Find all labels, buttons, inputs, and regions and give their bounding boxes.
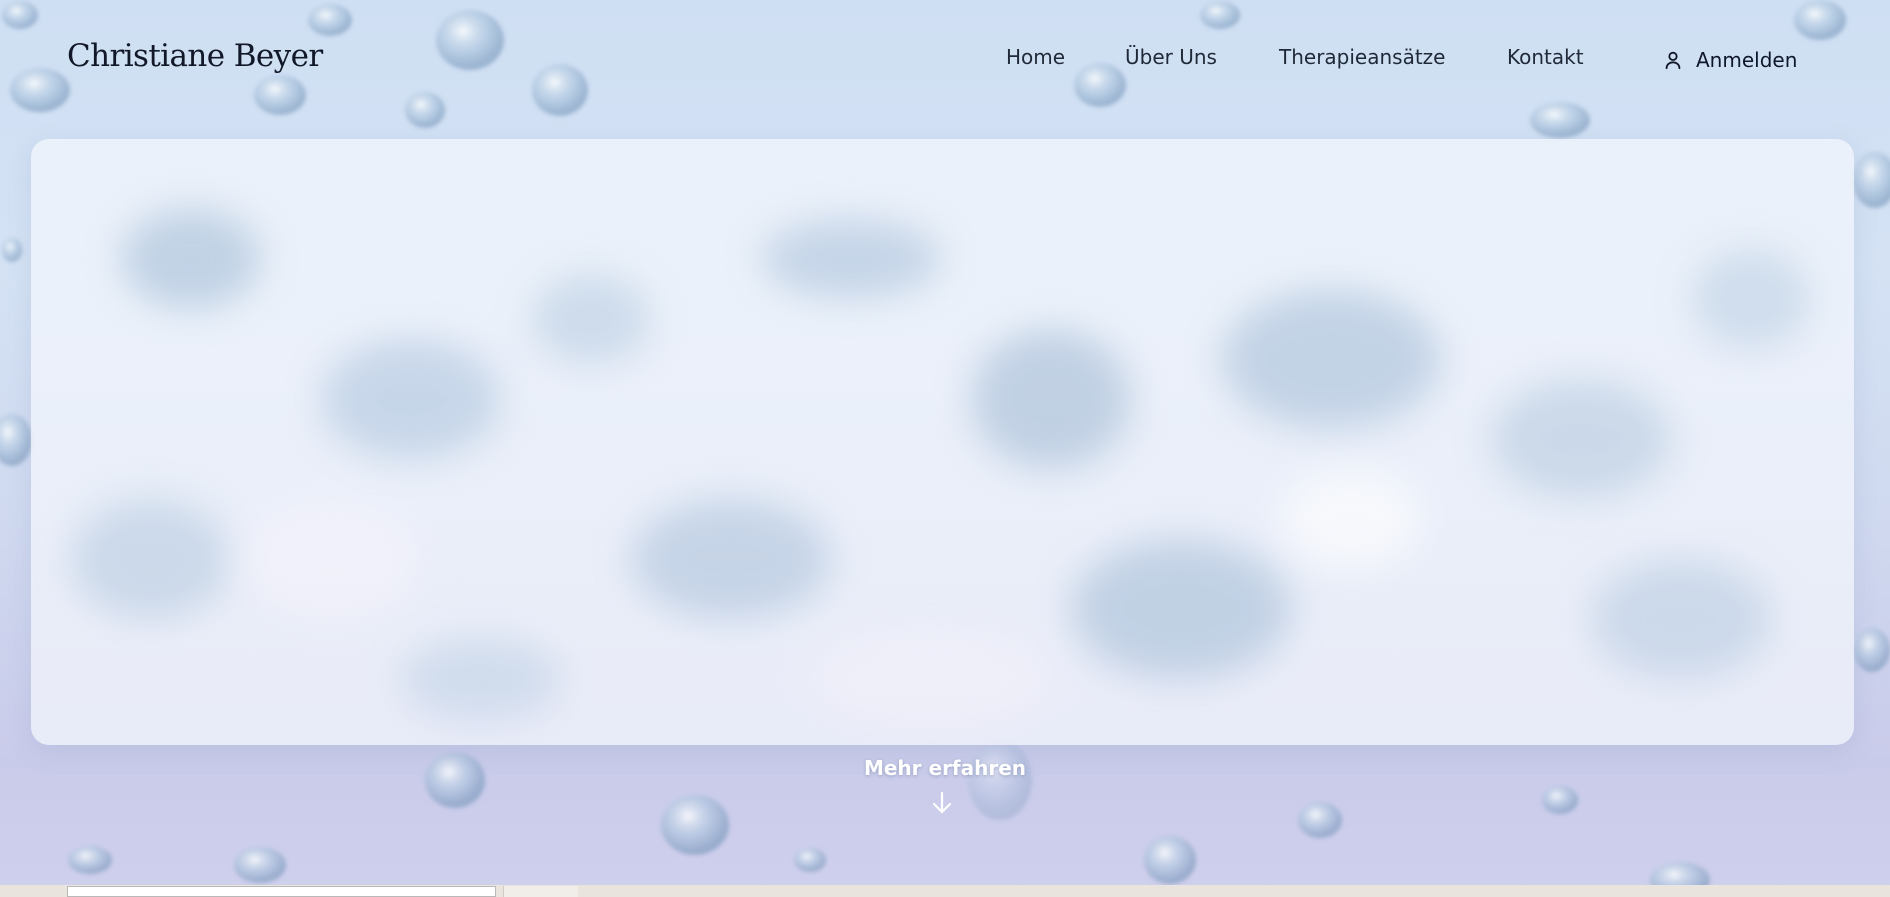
hero-card	[31, 139, 1854, 745]
hero-blurred-bubbles	[71, 209, 1811, 729]
bottom-tab-edge	[503, 886, 578, 897]
arrow-down-icon[interactable]	[930, 790, 954, 816]
user-icon	[1665, 51, 1681, 70]
site-header: Christiane Beyer Home Über Uns Therapiea…	[0, 0, 1890, 120]
login-button[interactable]: Anmelden	[1662, 45, 1797, 75]
main-nav: Home Über Uns Therapieansätze Kontakt	[0, 45, 1890, 75]
nav-item-home[interactable]: Home	[1006, 45, 1065, 69]
nav-item-contact[interactable]: Kontakt	[1507, 45, 1584, 69]
learn-more-link[interactable]: Mehr erfahren	[0, 756, 1890, 780]
nav-item-therapy[interactable]: Therapieansätze	[1279, 45, 1445, 69]
page: Christiane Beyer Home Über Uns Therapiea…	[0, 0, 1890, 897]
learn-more-label: Mehr erfahren	[863, 756, 1027, 780]
nav-item-about[interactable]: Über Uns	[1125, 45, 1217, 69]
bottom-input-edge[interactable]	[67, 886, 496, 897]
login-label: Anmelden	[1696, 48, 1798, 72]
